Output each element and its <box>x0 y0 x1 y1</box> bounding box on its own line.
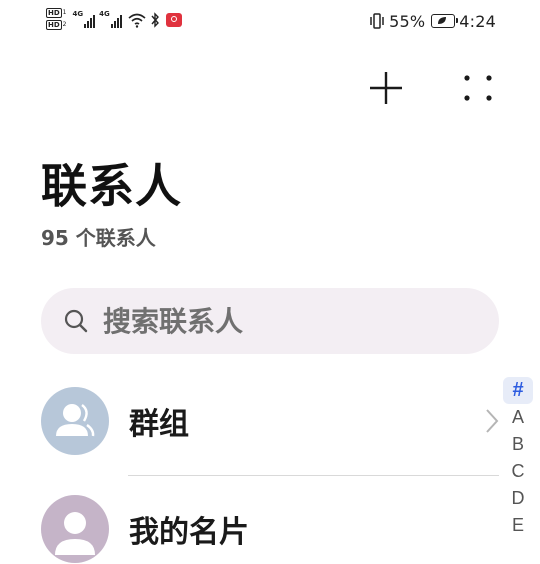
alpha-index-d[interactable]: D <box>503 485 533 512</box>
status-bar-left: HD 1 HD 2 4G 4G <box>46 8 182 36</box>
signal-2-icon: 4G <box>99 8 122 28</box>
alpha-index-hash[interactable]: # <box>503 377 533 404</box>
bluetooth-icon <box>151 12 159 28</box>
status-bar-right: 55% 4:24 <box>369 10 496 32</box>
list-divider <box>128 475 499 476</box>
top-actions <box>366 68 498 108</box>
signal-2-tech: 4G <box>99 10 110 18</box>
alpha-index-e[interactable]: E <box>503 512 533 539</box>
chevron-right-icon <box>486 409 499 433</box>
battery-percent: 55% <box>389 11 426 31</box>
battery-icon <box>431 14 459 28</box>
alpha-index-a[interactable]: A <box>503 404 533 431</box>
hd-badge-2: HD <box>46 20 62 30</box>
hd-sub-2: 2 <box>62 21 67 28</box>
hd-indicators: HD 1 HD 2 <box>46 8 67 30</box>
hd-badge-1: HD <box>46 8 62 18</box>
vibrate-icon <box>370 13 384 29</box>
alphabet-index[interactable]: # A B C D E <box>503 377 533 539</box>
app-notification-icon <box>165 13 182 27</box>
signal-1-icon: 4G <box>73 8 96 28</box>
alpha-index-b[interactable]: B <box>503 431 533 458</box>
group-avatar-icon <box>41 387 109 455</box>
contact-count: 95 个联系人 <box>41 226 156 250</box>
search-input[interactable] <box>101 303 465 339</box>
signal-1-tech: 4G <box>72 10 84 18</box>
groups-row[interactable]: 群组 <box>41 386 499 456</box>
search-bar[interactable] <box>41 288 499 354</box>
alpha-index-c[interactable]: C <box>503 458 533 485</box>
my-card-avatar-icon <box>41 495 109 563</box>
plus-icon <box>370 72 402 104</box>
hd-sub-1: 1 <box>62 9 67 16</box>
my-card-row[interactable]: 我的名片 <box>41 494 499 564</box>
groups-label: 群组 <box>129 407 189 442</box>
leaf-icon <box>438 17 447 24</box>
my-card-label: 我的名片 <box>129 515 249 550</box>
more-options-button[interactable] <box>458 68 498 108</box>
search-icon <box>64 309 88 333</box>
status-bar: HD 1 HD 2 4G 4G 55% 4:24 <box>0 0 540 40</box>
add-contact-button[interactable] <box>366 68 406 108</box>
wifi-icon <box>128 13 146 28</box>
clock: 4:24 <box>459 11 496 31</box>
page-title: 联系人 <box>41 159 182 213</box>
more-dots-icon <box>464 75 492 101</box>
